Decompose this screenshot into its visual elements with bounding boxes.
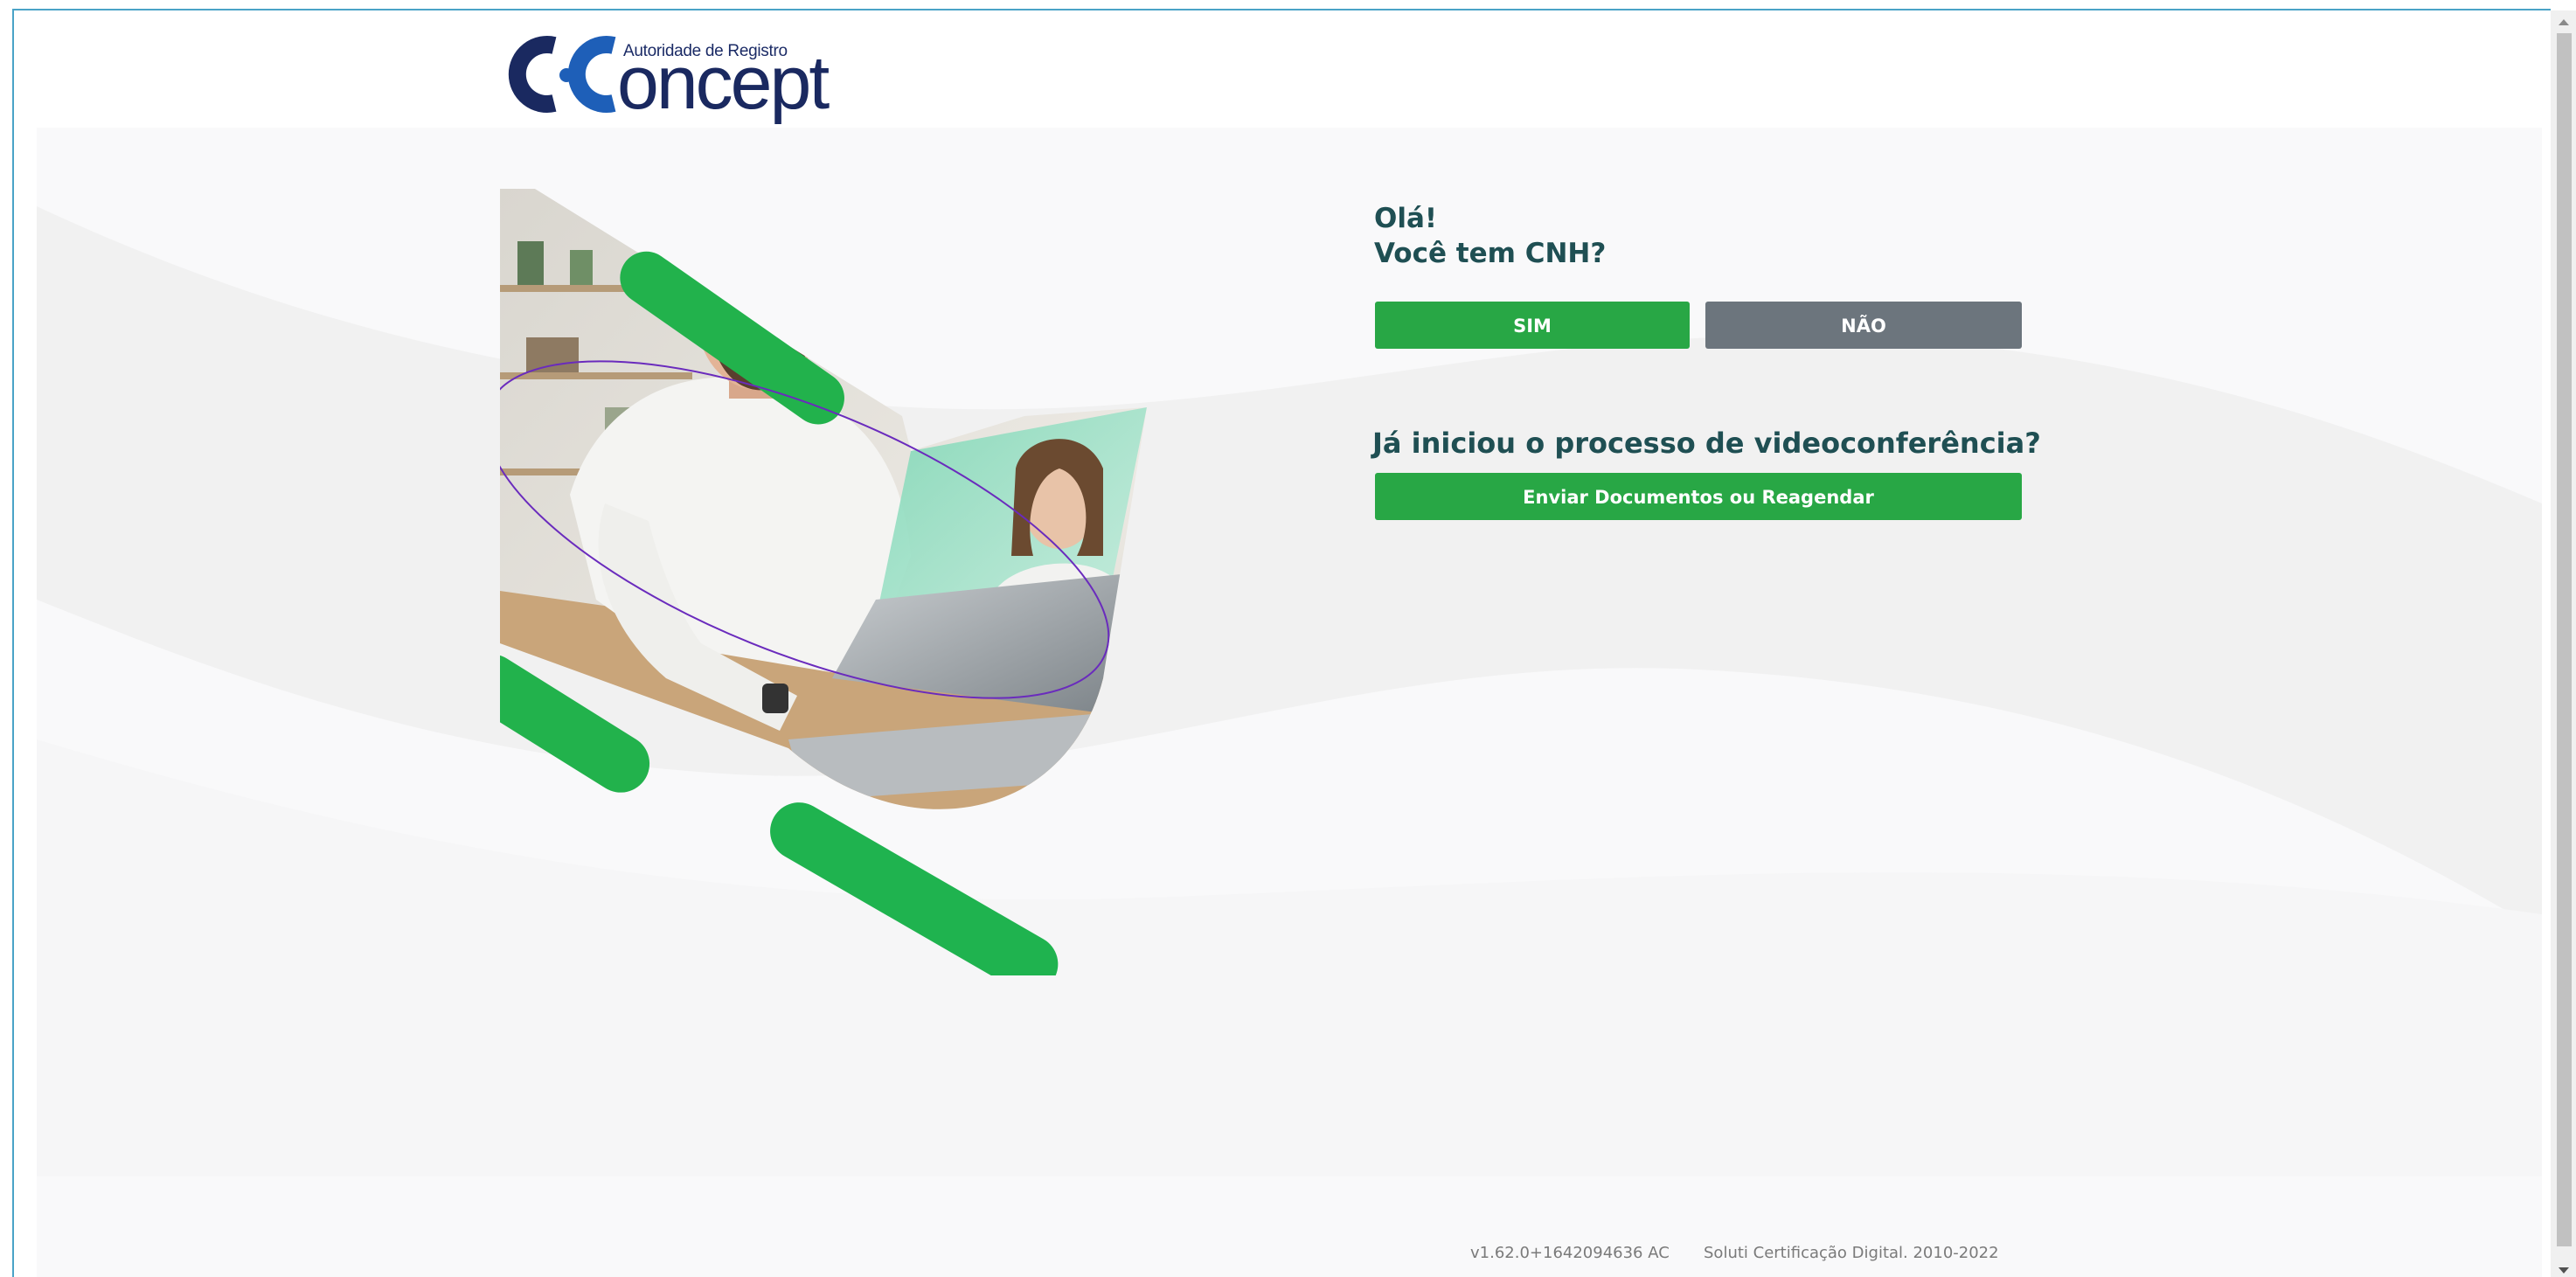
browser-viewport: Autoridade de Registro oncept Olá! Você …: [12, 9, 2551, 1277]
scrollbar-thumb[interactable]: [2557, 33, 2572, 1246]
greeting-heading: Olá! Você tem CNH?: [1374, 201, 1606, 271]
concept-logo-mark-icon: [508, 36, 616, 113]
background-waves: [37, 206, 2542, 1176]
concept-logo[interactable]: Autoridade de Registro oncept: [500, 26, 830, 122]
footer-copyright: Soluti Certificação Digital. 2010-2022: [1704, 1244, 1999, 1262]
logo-wordmark: oncept: [617, 41, 830, 125]
vertical-scrollbar[interactable]: [2551, 10, 2576, 1277]
enviar-documentos-button[interactable]: Enviar Documentos ou Reagendar: [1375, 473, 2022, 520]
page-footer: v1.62.0+1642094636 AC Soluti Certificaçã…: [37, 1176, 2542, 1277]
greeting-line-cnh-question: Você tem CNH?: [1374, 238, 1607, 269]
greeting-line-hello: Olá!: [1374, 203, 1438, 234]
hero-illustration: [500, 189, 1147, 975]
scroll-up-arrow-icon[interactable]: [2559, 19, 2569, 25]
videoconference-question: Já iniciou o processo de videoconferênci…: [1372, 427, 2041, 460]
nao-button[interactable]: NÃO: [1705, 302, 2022, 349]
sim-button[interactable]: SIM: [1375, 302, 1690, 349]
footer-version: v1.62.0+1642094636 AC: [1470, 1244, 1670, 1262]
main-content: Olá! Você tem CNH? SIM NÃO Já iniciou o …: [37, 128, 2542, 1176]
scroll-down-arrow-icon[interactable]: [2559, 1267, 2569, 1274]
page-header: Autoridade de Registro oncept: [14, 10, 2551, 128]
